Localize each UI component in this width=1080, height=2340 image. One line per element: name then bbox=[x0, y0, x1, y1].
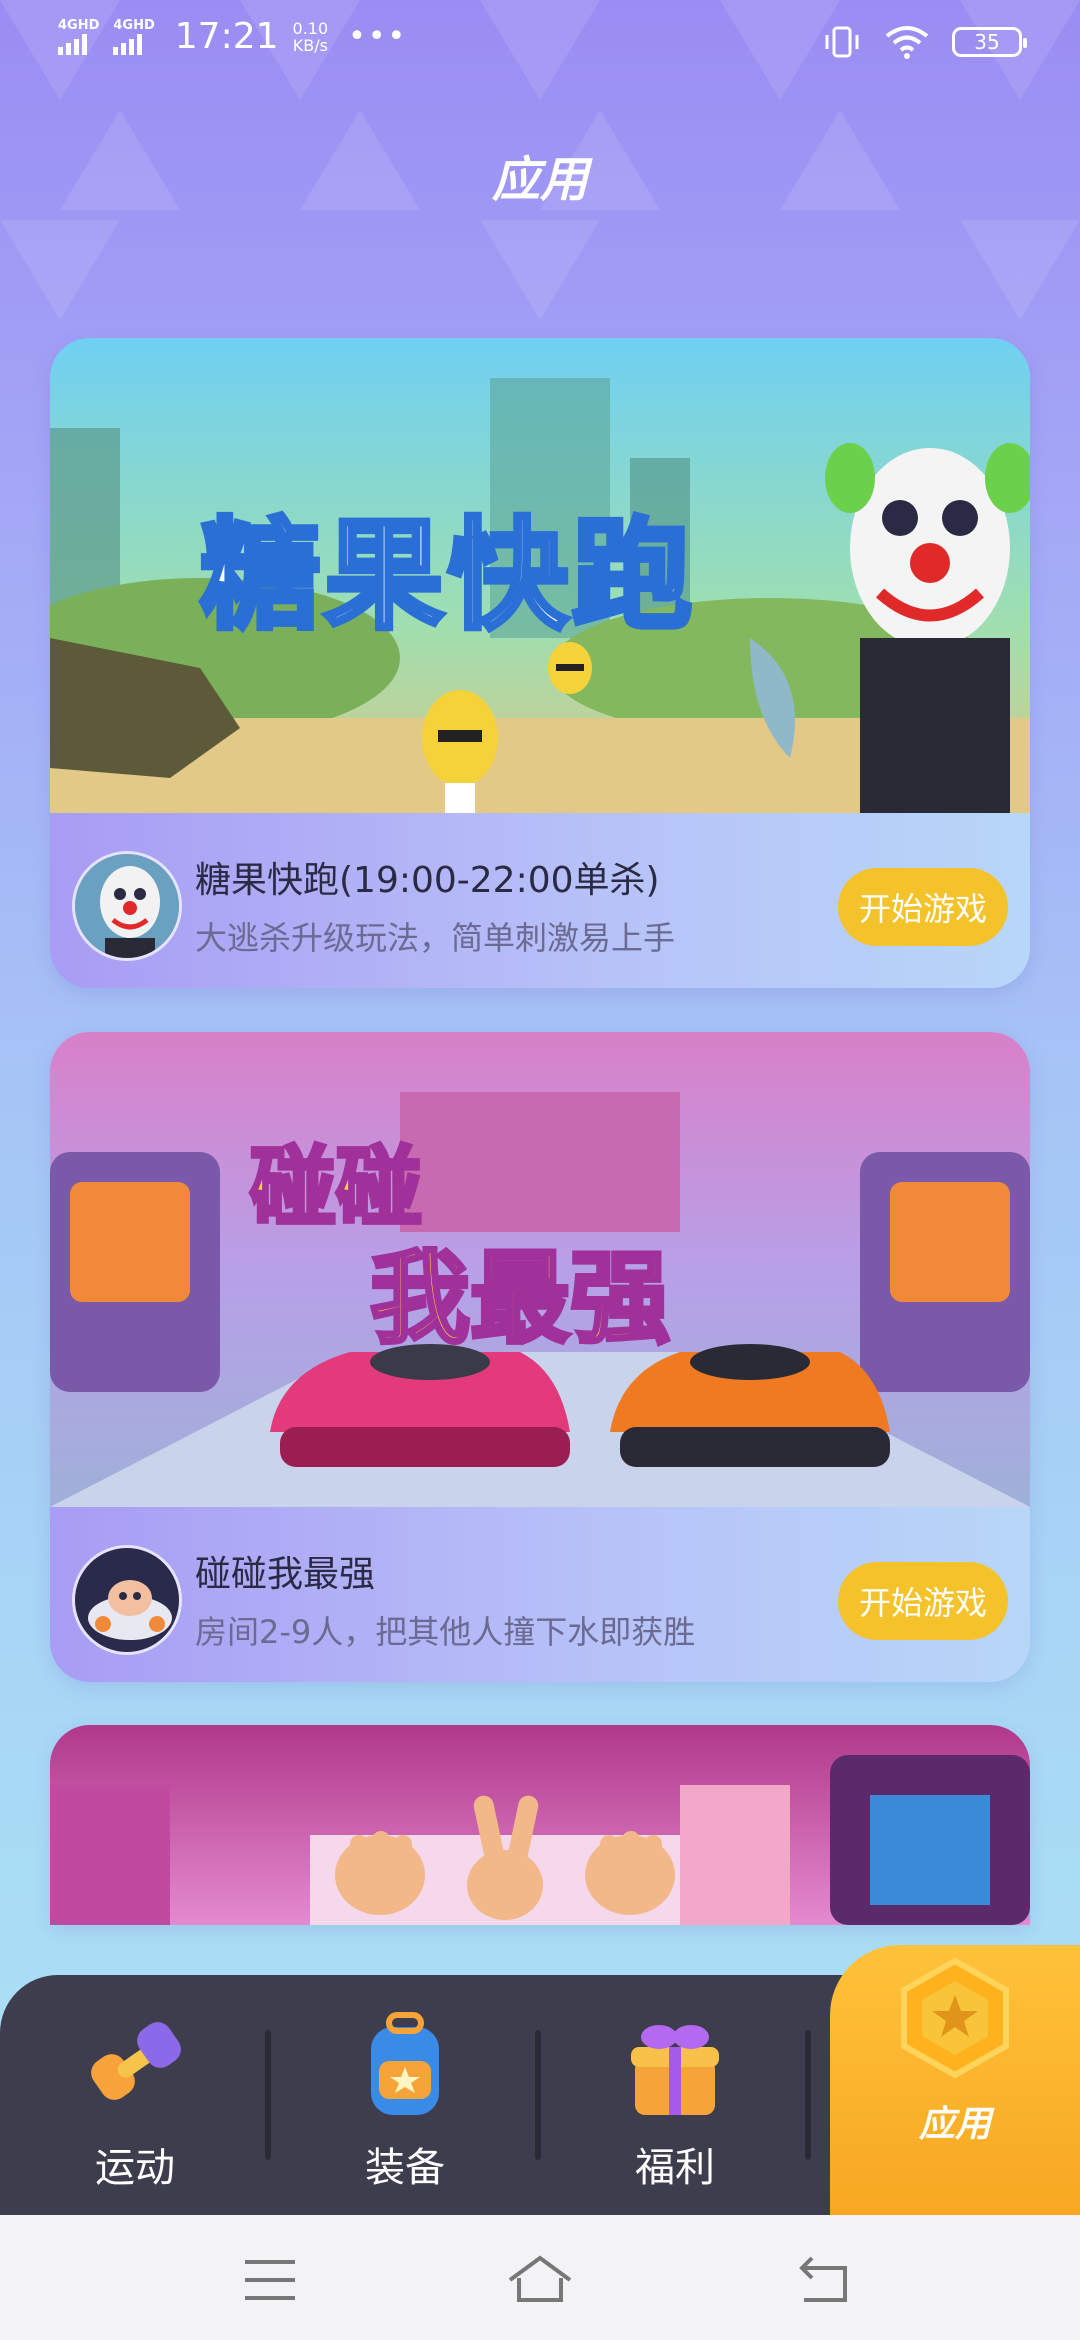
signal-1: 4GHD bbox=[58, 17, 100, 55]
nav-item-benefits[interactable]: 福利 bbox=[575, 1975, 775, 2215]
nav-item-exercise[interactable]: 运动 bbox=[35, 1975, 235, 2215]
game-card-bumper-cars[interactable]: 碰碰 我最强 碰碰我最强 房间2-9人，把其他人撞下水即获胜 开始游戏 bbox=[50, 1032, 1030, 1682]
game-description: 房间2-9人，把其他人撞下水即获胜 bbox=[195, 1613, 696, 1651]
signal-2: 4GHD bbox=[113, 17, 155, 55]
status-bar: 4GHD 4GHD 17:21 0.10 KB/s ••• 35 bbox=[0, 0, 1080, 90]
backpack-icon bbox=[371, 2012, 439, 2115]
nav-label: 运动 bbox=[95, 2145, 175, 2191]
nav-item-apps-active[interactable]: 应用 bbox=[830, 1945, 1080, 2235]
game-name: 糖果快跑(19:00-22:00单杀) bbox=[195, 860, 660, 901]
vibrate-icon bbox=[825, 26, 859, 58]
back-icon[interactable] bbox=[790, 2250, 860, 2310]
rock-paper-scissors-banner-art bbox=[50, 1725, 1030, 1925]
battery-icon: 35 bbox=[952, 27, 1027, 57]
game-avatar bbox=[72, 851, 182, 961]
game-banner-bumper-cars[interactable]: 碰碰 我最强 bbox=[50, 1032, 1030, 1507]
banner-title-line-2: 我最强 bbox=[368, 1238, 672, 1359]
start-game-button[interactable]: 开始游戏 bbox=[838, 1562, 1008, 1640]
game-avatar bbox=[72, 1545, 182, 1655]
network-type-1: 4GHD bbox=[58, 17, 100, 33]
battery-level: 35 bbox=[974, 30, 1000, 54]
star-coin-icon bbox=[901, 1957, 1009, 2079]
game-description: 大逃杀升级玩法，简单刺激易上手 bbox=[195, 919, 676, 957]
speed-unit: KB/s bbox=[292, 35, 328, 55]
menu-icon[interactable] bbox=[235, 2250, 305, 2310]
network-type-2: 4GHD bbox=[113, 17, 155, 33]
game-card-candy-run[interactable]: 糖果快跑 糖果快跑(19:00-22:00单杀) 大逃杀升级玩法，简单刺激易上手… bbox=[50, 338, 1030, 988]
signal-bars-icon bbox=[58, 33, 87, 55]
nav-divider bbox=[535, 2030, 541, 2160]
wifi-icon bbox=[885, 26, 929, 59]
nav-label: 装备 bbox=[365, 2145, 445, 2191]
game-name: 碰碰我最强 bbox=[195, 1554, 376, 1595]
game-info: 碰碰我最强 房间2-9人，把其他人撞下水即获胜 开始游戏 bbox=[50, 1507, 1030, 1682]
nav-divider bbox=[265, 2030, 271, 2160]
gift-icon bbox=[631, 2025, 719, 2115]
network-speed: 0.10 KB/s bbox=[293, 20, 329, 54]
nav-label: 应用 bbox=[918, 2104, 991, 2145]
nav-label: 福利 bbox=[635, 2145, 715, 2191]
dumbbell-icon bbox=[91, 2022, 181, 2100]
more-notifications-icon: ••• bbox=[348, 19, 408, 54]
signal-bars-icon bbox=[113, 33, 143, 55]
nav-divider bbox=[805, 2030, 811, 2160]
game-info: 糖果快跑(19:00-22:00单杀) 大逃杀升级玩法，简单刺激易上手 开始游戏 bbox=[50, 813, 1030, 988]
nav-item-equipment[interactable]: 装备 bbox=[305, 1975, 505, 2215]
game-banner-candy-run[interactable]: 糖果快跑 bbox=[50, 338, 1030, 813]
home-icon[interactable] bbox=[505, 2250, 575, 2310]
game-card-rock-paper-scissors[interactable] bbox=[50, 1725, 1030, 1925]
page-title: 应用 bbox=[491, 152, 588, 208]
clock: 17:21 bbox=[174, 16, 279, 57]
speed-value: 0.10 bbox=[292, 18, 329, 38]
start-game-button[interactable]: 开始游戏 bbox=[838, 868, 1008, 946]
system-navigation-bar bbox=[0, 2215, 1080, 2340]
banner-title: 糖果快跑 bbox=[198, 505, 696, 649]
